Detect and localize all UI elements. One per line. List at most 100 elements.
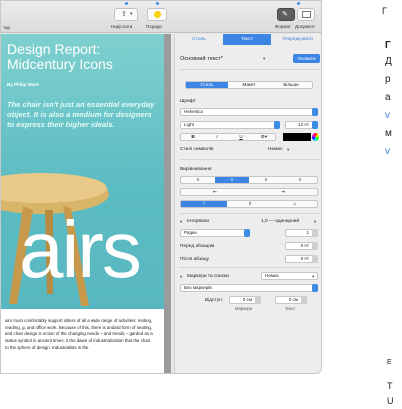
before-paragraph-label: Перед абзацом	[180, 244, 215, 249]
vertical-alignment: ⊤ ⇕ ⊥	[180, 200, 318, 208]
color-wheel-icon[interactable]	[312, 133, 319, 141]
update-button[interactable]: Оновити	[293, 54, 320, 63]
bullet-indent-caption: Маркери	[235, 306, 253, 311]
side-text-line: Т	[387, 381, 393, 391]
side-text-line: р	[385, 74, 391, 85]
indent-label: Відступ:	[205, 298, 224, 303]
indent-buttons: ⇤ ⇥	[180, 188, 318, 196]
document-title[interactable]: Design Report: Midcentury Icons	[7, 42, 162, 72]
text-subtabs: Стиль Макет Більше	[185, 81, 313, 89]
pull-quote[interactable]: The chair isn't just an essential everyd…	[7, 100, 157, 130]
divider	[179, 69, 320, 70]
text-format-buttons: B I U ⚙▾	[180, 133, 276, 141]
horizontal-alignment: ≡ ≡ ≡ ≡	[180, 176, 318, 184]
tab-style[interactable]: Стиль	[175, 34, 223, 45]
align-center-icon[interactable]: ≡	[215, 177, 249, 183]
side-text-line: Е	[387, 359, 392, 366]
side-text-line: v	[385, 110, 390, 121]
bullet-indent-stepper[interactable]	[255, 296, 261, 304]
before-paragraph-stepper[interactable]	[312, 242, 318, 250]
side-text-line: v	[385, 146, 390, 157]
toolbar-left-label: тар	[3, 25, 11, 30]
tab-arrange[interactable]: Упорядкувати	[271, 34, 321, 45]
share-button[interactable]: ⇪ ▾	[114, 8, 138, 21]
text-color-well[interactable]	[283, 133, 311, 141]
bullets-select[interactable]: Немає	[261, 272, 318, 280]
spacing-select[interactable]: 1,0 — одинарний	[261, 219, 299, 224]
divider	[179, 213, 320, 214]
font-family-stepper[interactable]	[312, 108, 318, 116]
document-icon	[302, 11, 311, 18]
chevron-down-icon: ▾	[287, 147, 290, 152]
share-icon: ⇪	[121, 11, 127, 18]
underline-button[interactable]: U	[229, 134, 253, 140]
document-byline[interactable]: By Philip Ward	[7, 82, 39, 87]
disclosure-down-icon[interactable]: ▾	[180, 274, 182, 280]
share-label: Надіслати	[111, 24, 133, 29]
char-styles-label: Стилі символів	[180, 147, 214, 152]
italic-button[interactable]: I	[205, 134, 229, 140]
align-left-icon[interactable]: ≡	[181, 177, 215, 183]
tips-button[interactable]	[147, 8, 167, 21]
subtab-layout[interactable]: Макет	[228, 82, 270, 88]
side-text-line: Г	[382, 6, 387, 16]
tips-label: Поради	[146, 24, 162, 29]
subtab-more[interactable]: Більше	[270, 82, 312, 88]
align-middle-icon[interactable]: ⇕	[227, 201, 273, 207]
no-bullets-select[interactable]: Без маркерів	[180, 284, 318, 292]
text-indent-caption: Текст	[285, 306, 296, 311]
document-canvas[interactable]: Design Report: Midcentury Icons By Phili…	[1, 34, 171, 373]
align-right-icon[interactable]: ≡	[249, 177, 283, 183]
format-inspector: Стиль Текст Упорядкувати Основний текст*…	[174, 34, 321, 373]
paragraph-style-select[interactable]: Основний текст*	[180, 56, 223, 62]
tab-text[interactable]: Текст	[223, 34, 271, 45]
bullets-label: Маркери та списки	[187, 274, 229, 279]
screen: тар ⇪ ▾ Надіслати Поради ✎ Формат Докуме…	[0, 0, 402, 409]
paintbrush-icon: ✎	[282, 11, 288, 18]
font-weight-stepper[interactable]	[274, 121, 280, 129]
subtab-style[interactable]: Стиль	[186, 82, 228, 88]
decrease-indent-icon[interactable]: ⇤	[181, 189, 249, 195]
divider	[179, 267, 320, 268]
font-weight-select[interactable]: Light	[180, 121, 280, 129]
format-label: Формат	[275, 24, 291, 29]
font-size-stepper[interactable]	[312, 121, 318, 129]
spacing-label: Інтервали	[187, 219, 210, 224]
bold-button[interactable]: B	[181, 134, 205, 140]
side-text-line: U	[387, 396, 394, 406]
notification-dot	[125, 2, 128, 5]
text-options-button[interactable]: ⚙▾	[253, 134, 275, 140]
align-justify-icon[interactable]: ≡	[283, 177, 317, 183]
chevron-down-icon: ▾	[314, 219, 317, 224]
notification-dot	[297, 2, 300, 5]
align-bottom-icon[interactable]: ⊥	[273, 201, 317, 207]
notification-dot	[156, 2, 159, 5]
chevron-down-icon: ▾	[130, 11, 133, 17]
bullet-type-stepper[interactable]	[312, 284, 318, 292]
hero-image: Design Report: Midcentury Icons By Phili…	[1, 34, 164, 309]
lines-select[interactable]: Рядки	[180, 229, 250, 237]
lines-stepper[interactable]	[244, 229, 250, 237]
font-family-select[interactable]: Helvetica	[180, 108, 318, 116]
lightbulb-icon	[154, 11, 161, 18]
text-indent-stepper[interactable]	[301, 296, 307, 304]
align-top-icon[interactable]: ⊤	[181, 201, 227, 207]
side-text-line: м	[385, 128, 392, 139]
chevron-down-icon: ▾	[312, 274, 315, 279]
document-page[interactable]: Design Report: Midcentury Icons By Phili…	[1, 34, 164, 373]
document-button[interactable]	[297, 8, 315, 21]
after-paragraph-stepper[interactable]	[312, 255, 318, 263]
headline-word[interactable]: airs	[19, 210, 142, 290]
inspector-tabs: Стиль Текст Упорядкувати	[175, 34, 321, 45]
side-text-line: Г	[385, 40, 391, 51]
document-label: Документ	[295, 24, 315, 29]
body-text[interactable]: airs must comfortably support sitters of…	[5, 318, 155, 352]
increase-indent-icon[interactable]: ⇥	[249, 189, 317, 195]
format-button[interactable]: ✎	[277, 8, 295, 21]
disclosure-down-icon[interactable]: ▾	[180, 219, 182, 225]
lines-value-stepper[interactable]	[312, 229, 318, 237]
chevron-down-icon: ▾	[263, 56, 266, 61]
font-section-label: Шрифт	[180, 99, 196, 104]
char-styles-select[interactable]: Немає	[268, 147, 283, 152]
divider	[179, 159, 320, 160]
